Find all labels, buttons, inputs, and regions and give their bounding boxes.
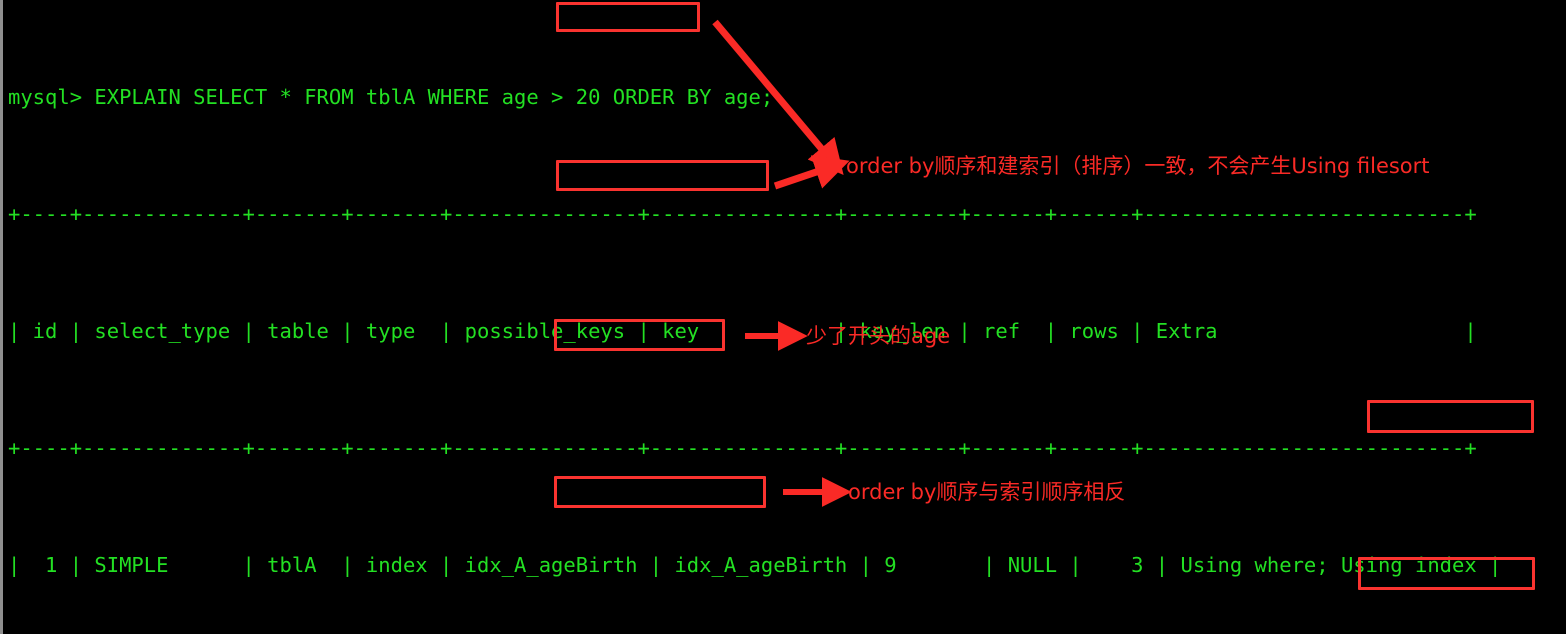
terminal-line: +----+-------------+-------+-------+----… xyxy=(8,436,1477,460)
terminal-line: +----+-------------+-------+-------+----… xyxy=(8,202,1477,226)
terminal-screenshot: mysql> EXPLAIN SELECT * FROM tblA WHERE … xyxy=(0,0,1566,634)
terminal-line: | 1 | SIMPLE | tblA | index | idx_A_ageB… xyxy=(8,553,1502,577)
terminal-line: mysql> EXPLAIN SELECT * FROM tblA WHERE … xyxy=(8,85,774,109)
terminal-line: | id | select_type | table | type | poss… xyxy=(8,319,1477,343)
terminal-output: mysql> EXPLAIN SELECT * FROM tblA WHERE … xyxy=(8,0,1566,634)
annotation-reversed-order: order by顺序与索引顺序相反 xyxy=(848,480,1126,504)
annotation-consistent-order: order by顺序和建索引（排序）一致，不会产生Using filesort xyxy=(846,154,1430,178)
annotation-missing-leading-age: 少了开头的age xyxy=(806,324,951,348)
